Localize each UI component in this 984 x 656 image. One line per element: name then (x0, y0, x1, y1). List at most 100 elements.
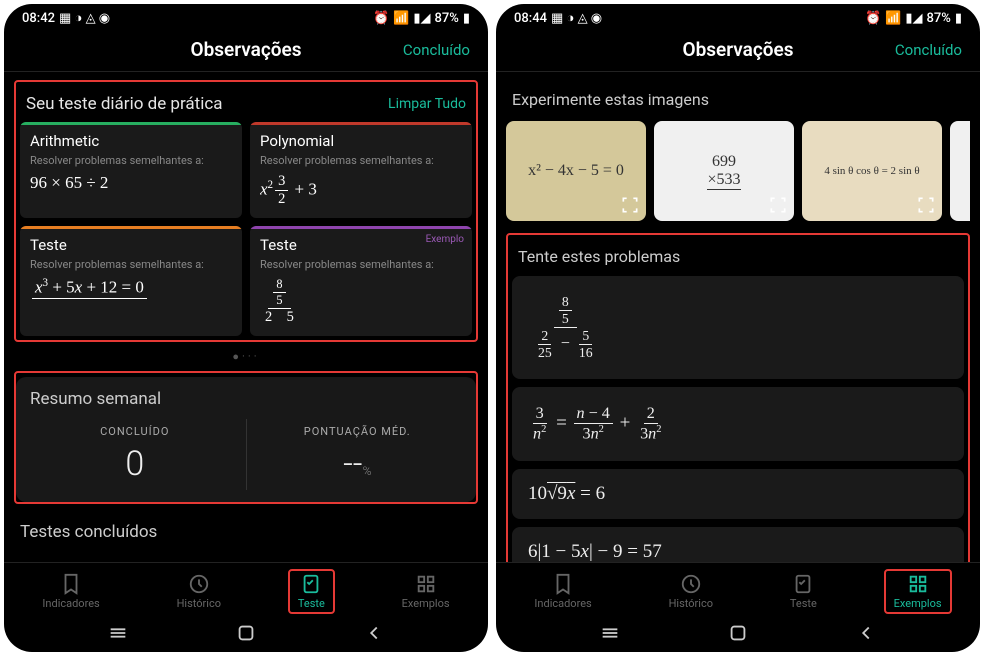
practice-card-grid: Arithmetic Resolver problemas semelhante… (20, 122, 472, 336)
summary-completed-value: 0 (24, 444, 246, 484)
sample-image-3[interactable]: 4 sin θ cos θ = 2 sin θ (802, 121, 942, 221)
app-header: Observações Concluído (496, 28, 980, 72)
problems-highlight: Tente estes problemas 85 225 − 516 3n2 =… (506, 233, 970, 562)
nav-label: Indicadores (42, 597, 99, 610)
summary-completed: CONCLUÍDO 0 (24, 419, 247, 490)
back-button[interactable] (363, 622, 385, 644)
card-title: Arithmetic (30, 132, 232, 150)
status-wifi-icon: 📶 (393, 11, 409, 26)
history-icon (680, 573, 702, 595)
nav-indicators[interactable]: Indicadores (32, 569, 109, 614)
problem-item[interactable]: 10√9x = 6 (512, 469, 964, 519)
problem-item[interactable]: 3n2 = n − 43n2 + 23n2 (512, 387, 964, 461)
summary-title: Resumo semanal (24, 389, 468, 419)
scan-icon (620, 195, 640, 215)
summary-highlight: Resumo semanal CONCLUÍDO 0 PONTUAÇÃO MÉD… (14, 371, 478, 504)
practice-highlight: Seu teste diário de prática Limpar Tudo … (14, 80, 478, 342)
card-title: Polynomial (260, 132, 462, 150)
done-button[interactable]: Concluído (895, 41, 962, 59)
pagination-dots[interactable]: ●··· (14, 342, 478, 371)
status-signal-icon: ▮◢ (413, 11, 430, 26)
weekly-summary-card: Resumo semanal CONCLUÍDO 0 PONTUAÇÃO MÉD… (16, 377, 476, 502)
card-subtitle: Resolver problemas semelhantes a: (30, 258, 232, 271)
done-button[interactable]: Concluído (403, 41, 470, 59)
status-time: 08:42 (22, 11, 55, 26)
content-area: Seu teste diário de prática Limpar Tudo … (4, 72, 488, 562)
nav-test[interactable]: Teste (780, 569, 827, 614)
phone-left: 08:42 ▦ ◑ ◬ ◉ ⏰ 📶 ▮◢ 87% ▮ Observações C… (4, 4, 488, 652)
card-formula: x3 + 5x + 12 = 02 (30, 277, 232, 319)
scan-icon (916, 195, 936, 215)
page-title: Observações (682, 38, 793, 61)
status-signal-icon: ▮◢ (905, 11, 922, 26)
nav-label: Exemplos (402, 597, 450, 610)
page-title: Observações (190, 38, 301, 61)
content-area: Experimente estas imagens x² − 4x − 5 = … (496, 72, 980, 562)
nav-test[interactable]: Teste (288, 569, 335, 614)
problem-list: 85 225 − 516 3n2 = n − 43n2 + 23n2 10√9x… (512, 276, 964, 562)
sample-image-text: x² − 4x − 5 = 0 (528, 162, 624, 180)
images-section-title: Experimente estas imagens (506, 80, 970, 119)
sample-image-4[interactable] (950, 121, 970, 221)
sample-image-text: 699 ×533 (707, 153, 740, 190)
back-button[interactable] (855, 622, 877, 644)
system-nav-bar (496, 616, 980, 652)
summary-average-label: PONTUAÇÃO MÉD. (247, 425, 469, 438)
status-time: 08:44 (514, 11, 547, 26)
recent-apps-button[interactable] (107, 622, 129, 644)
nav-label: Indicadores (534, 597, 591, 610)
nav-label: Teste (298, 597, 325, 610)
system-nav-bar (4, 616, 488, 652)
nav-label: Exemplos (894, 597, 942, 610)
card-subtitle: Resolver problemas semelhantes a: (260, 154, 462, 167)
practice-header: Seu teste diário de prática Limpar Tudo (20, 84, 472, 122)
summary-average-value: --% (247, 444, 469, 484)
status-app-icons: ▦ ◑ ◬ ◉ (551, 10, 602, 26)
summary-average: PONTUAÇÃO MÉD. --% (247, 419, 469, 490)
practice-card-polynomial[interactable]: Polynomial Resolver problemas semelhante… (250, 122, 472, 218)
problem-item[interactable]: 6|1 − 5x| − 9 = 57 (512, 527, 964, 562)
clear-all-button[interactable]: Limpar Tudo (388, 96, 466, 112)
sample-image-text: 4 sin θ cos θ = 2 sin θ (824, 165, 919, 177)
problems-section-title: Tente estes problemas (512, 237, 964, 276)
recent-apps-button[interactable] (599, 622, 621, 644)
nav-examples[interactable]: Exemplos (884, 569, 952, 614)
status-battery-icon: ▮ (463, 11, 470, 26)
app-header: Observações Concluído (4, 28, 488, 72)
card-subtitle: Resolver problemas semelhantes a: (260, 258, 462, 271)
sample-image-1[interactable]: x² − 4x − 5 = 0 (506, 121, 646, 221)
problem-item[interactable]: 85 225 − 516 (512, 276, 964, 379)
card-title: Teste (30, 236, 232, 254)
nav-label: Teste (790, 597, 817, 610)
status-bar: 08:42 ▦ ◑ ◬ ◉ ⏰ 📶 ▮◢ 87% ▮ (4, 4, 488, 28)
sample-images-row[interactable]: x² − 4x − 5 = 0 699 ×533 4 sin θ cos θ =… (506, 119, 970, 227)
grid-icon (415, 573, 437, 595)
practice-card-arithmetic[interactable]: Arithmetic Resolver problemas semelhante… (20, 122, 242, 218)
history-icon (188, 573, 210, 595)
home-button[interactable] (235, 622, 257, 644)
sample-image-2[interactable]: 699 ×533 (654, 121, 794, 221)
test-icon (300, 573, 322, 595)
card-subtitle: Resolver problemas semelhantes a: (30, 154, 232, 167)
bottom-nav: Indicadores Histórico Teste Exemplos (4, 562, 488, 616)
card-formula: 96 × 65 ÷ 2 (30, 173, 232, 193)
bottom-nav: Indicadores Histórico Teste Exemplos (496, 562, 980, 616)
practice-card-teste-1[interactable]: Teste Resolver problemas semelhantes a: … (20, 226, 242, 336)
nav-label: Histórico (669, 597, 713, 610)
nav-examples[interactable]: Exemplos (392, 569, 460, 614)
nav-history[interactable]: Histórico (659, 569, 723, 614)
scan-icon (768, 195, 788, 215)
test-icon (792, 573, 814, 595)
nav-history[interactable]: Histórico (167, 569, 231, 614)
bookmark-icon (60, 573, 82, 595)
practice-card-teste-2[interactable]: Exemplo Teste Resolver problemas semelha… (250, 226, 472, 336)
status-bar: 08:44 ▦ ◑ ◬ ◉ ⏰ 📶 ▮◢ 87% ▮ (496, 4, 980, 28)
example-badge: Exemplo (426, 234, 464, 245)
status-alarm-icon: ⏰ (865, 11, 881, 26)
nav-indicators[interactable]: Indicadores (524, 569, 601, 614)
status-battery-icon: ▮ (955, 11, 962, 26)
completed-tests-title: Testes concluídos (14, 504, 478, 550)
summary-completed-label: CONCLUÍDO (24, 425, 246, 438)
home-button[interactable] (727, 622, 749, 644)
status-alarm-icon: ⏰ (373, 11, 389, 26)
